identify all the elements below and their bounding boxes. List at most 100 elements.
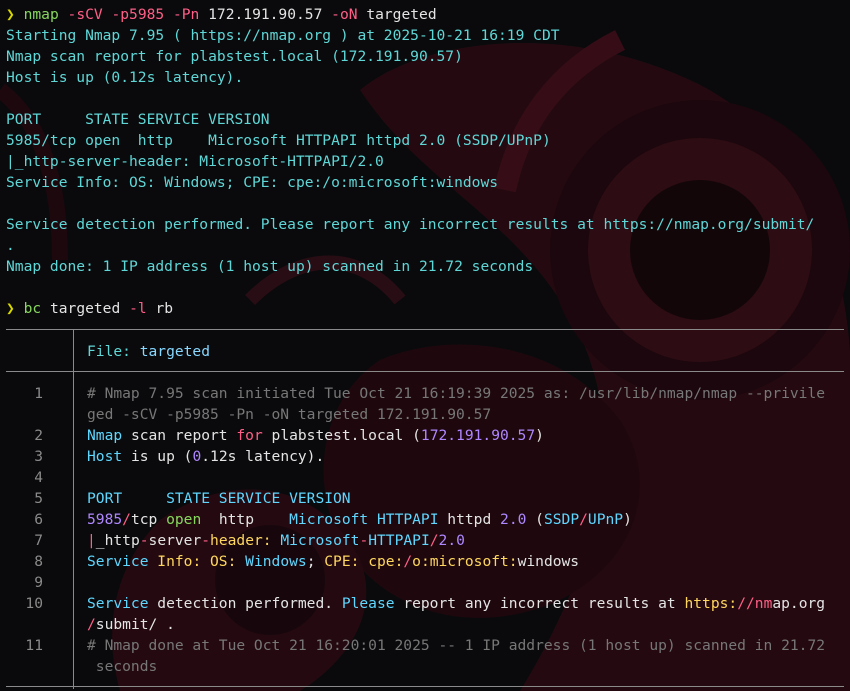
command-name: nmap [23, 6, 59, 23]
code-token: # Nmap 7.95 scan initiated Tue Oct 21 16… [87, 385, 826, 402]
code-token: Microsoft HTTPAPI [289, 511, 439, 528]
code-token: o:microsoft: [412, 553, 518, 570]
code-token: http [201, 511, 290, 528]
code-line: Service Info: OS: Windows; CPE: cpe:/o:m… [87, 551, 847, 572]
code-token: header: [210, 532, 272, 549]
code-token: - [139, 532, 149, 549]
code-line: seconds [87, 656, 847, 677]
code-token: Nmap [87, 427, 123, 444]
output-line: Host is up (0.12s latency). [6, 69, 244, 86]
code-token: / [403, 553, 413, 570]
code-token: 172.191.90.57 [420, 427, 536, 444]
code-token: HTTPAPI [368, 532, 430, 549]
code-token: / [579, 511, 588, 528]
file-label: File: [87, 343, 140, 360]
line-number: 7 [34, 532, 43, 549]
nmap-command-line: ❯ nmap -sCV -p5985 -Pn 172.191.90.57 -oN… [6, 4, 846, 25]
code-line: PORT STATE SERVICE VERSION [87, 488, 847, 509]
output-line: 5985/tcp open http Microsoft HTTPAPI htt… [6, 132, 551, 149]
code-token: Service [87, 553, 149, 570]
code-token: | [87, 532, 96, 549]
terminal-output: ❯ nmap -sCV -p5985 -Pn 172.191.90.57 -oN… [6, 4, 846, 319]
code-token: Please [341, 595, 395, 612]
line-number [6, 656, 43, 677]
code-token: plabstest.local ( [271, 427, 421, 444]
code-token: # Nmap done at Tue Oct 21 16:20:01 2025 … [87, 637, 826, 654]
command-target: 172.191.90.57 [208, 6, 323, 23]
file-viewer: File: targeted 1 2 3 4 5 6 7 8 9 10 11 # Nmap 7.95… [6, 329, 844, 689]
line-number [6, 614, 43, 635]
output-line: Starting Nmap 7.95 ( https://nmap.org ) … [6, 27, 560, 44]
code-line: Nmap scan report for plabstest.local (17… [87, 425, 847, 446]
output-line: |_http-server-header: Microsoft-HTTPAPI/… [6, 153, 384, 170]
code-line: Host is up (0.12s latency). [87, 446, 847, 467]
command-flags: -sCV -p5985 -Pn [67, 6, 200, 23]
code-line: # Nmap 7.95 scan initiated Tue Oct 21 16… [87, 383, 847, 404]
command-output-file: targeted [366, 6, 437, 23]
code-token: report any incorrect results at [394, 595, 685, 612]
viewer-bottom-divider [6, 686, 844, 687]
code-token: httpd [438, 511, 501, 528]
code-token: for [227, 427, 272, 444]
code-token: server [148, 532, 202, 549]
code-token: Microsoft [271, 532, 360, 549]
file-name: targeted [139, 343, 211, 360]
viewer-gutter-divider [73, 329, 74, 371]
code-token: 2.0 [500, 511, 527, 528]
line-number: 5 [34, 490, 43, 507]
prompt-arrow-icon: ❯ [6, 300, 15, 317]
code-token: windows [517, 553, 580, 570]
code-token: open [166, 511, 202, 528]
viewer-header-divider [6, 371, 844, 372]
code-token: 0 [192, 448, 202, 465]
code-token: scan [122, 427, 175, 444]
code-line: /submit/ . [87, 614, 847, 635]
output-line: Nmap scan report for plabstest.local (17… [6, 48, 463, 65]
code-token: - [201, 532, 211, 549]
code-token: .12s latency). [201, 448, 325, 465]
command-output-flag: -oN [331, 6, 358, 23]
bc-command-line: ❯ bc targeted -l rb [6, 298, 846, 319]
code-line: 5985/tcp open http Microsoft HTTPAPI htt… [87, 509, 847, 530]
code-token: ( [526, 511, 544, 528]
line-number: 9 [34, 574, 43, 591]
command-flag: -l [129, 300, 147, 317]
code-token: report [174, 427, 228, 444]
code-line: # Nmap done at Tue Oct 21 16:20:01 2025 … [87, 635, 847, 656]
output-line: . [6, 237, 15, 254]
line-number: 6 [34, 511, 43, 528]
viewer-gutter-divider [73, 371, 74, 689]
code-token: https: [684, 595, 738, 612]
code-token: is up ( [122, 448, 193, 465]
command-language: rb [155, 300, 174, 317]
code-line: |_http-server-header: Microsoft-HTTPAPI/… [87, 530, 847, 551]
code-token: tcp [130, 511, 167, 528]
code-token: / [87, 616, 96, 633]
code-line: ged -sCV -p5985 -Pn -oN targeted 172.191… [87, 404, 847, 425]
code-token: nm [754, 595, 773, 612]
viewer-header: File: targeted [87, 341, 210, 362]
line-number: 4 [34, 469, 43, 486]
code-token: // [737, 595, 755, 612]
code-token: ) [535, 427, 544, 444]
code-token: detection performed. [148, 595, 342, 612]
line-number: 1 [34, 385, 43, 402]
command-name: bc [23, 300, 42, 317]
code-token: submit/ . [95, 616, 175, 633]
line-number: 2 [34, 427, 43, 444]
line-number: 3 [34, 448, 43, 465]
code-token: 2.0 [438, 532, 465, 549]
code-token: ; [306, 553, 325, 570]
viewer-top-divider [6, 329, 844, 330]
code-token: Info: OS: [148, 553, 237, 570]
code-token: _http [95, 532, 140, 549]
output-line: Nmap done: 1 IP address (1 host up) scan… [6, 258, 534, 275]
prompt-arrow-icon: ❯ [6, 6, 15, 23]
code-token: Service [87, 595, 149, 612]
code-token: / [429, 532, 439, 549]
line-number: 8 [34, 553, 43, 570]
